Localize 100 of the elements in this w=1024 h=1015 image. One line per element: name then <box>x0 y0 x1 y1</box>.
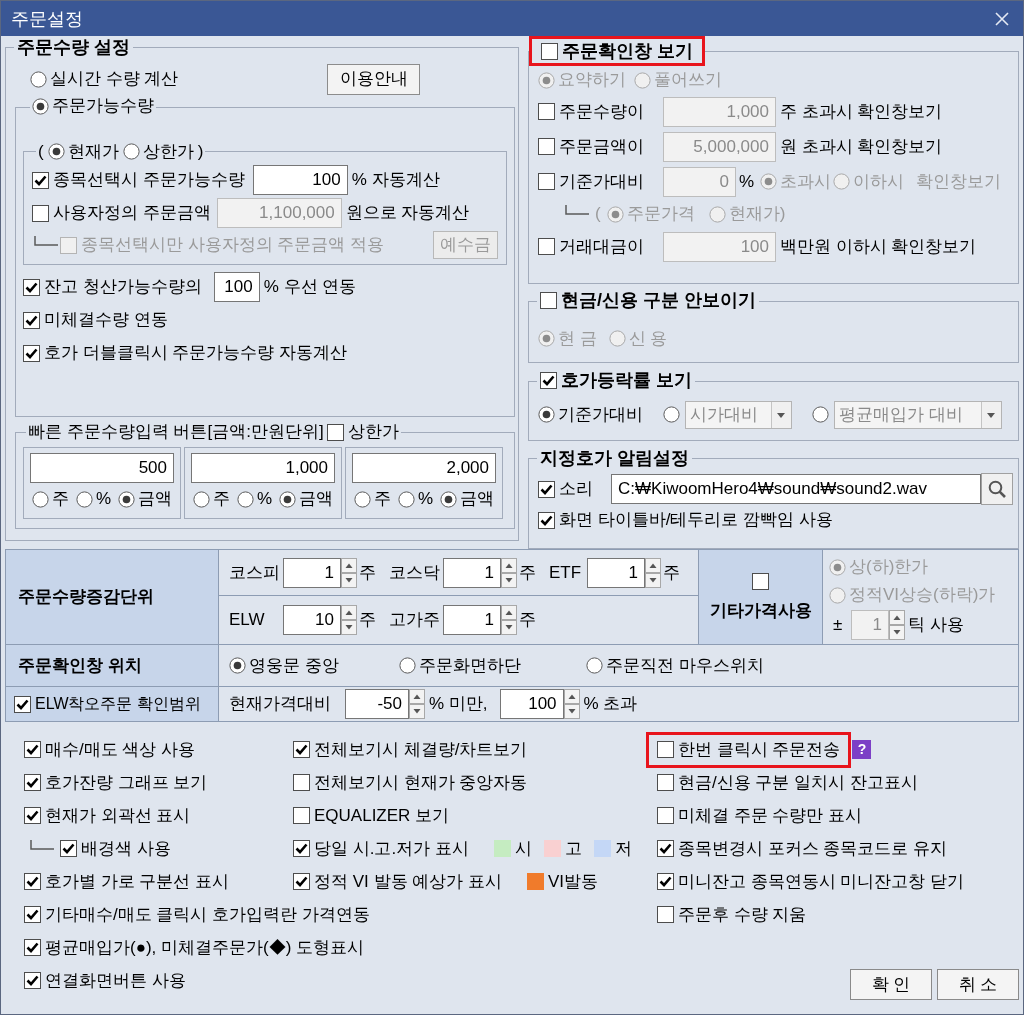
radio-button[interactable] <box>440 490 458 508</box>
radio-button[interactable] <box>236 490 254 508</box>
checkbox[interactable] <box>23 311 40 329</box>
number-field[interactable]: 100 <box>252 165 348 195</box>
checkbox[interactable] <box>24 939 41 956</box>
spin-up-icon[interactable] <box>409 689 425 704</box>
checkbox[interactable] <box>657 840 674 857</box>
checkbox[interactable] <box>538 138 555 155</box>
spin-up-icon[interactable] <box>501 557 517 573</box>
spin-down-icon[interactable] <box>341 620 357 635</box>
checkbox[interactable] <box>293 807 310 824</box>
radio-label: 주 <box>373 488 391 510</box>
checkbox[interactable] <box>538 511 555 529</box>
number-field[interactable]: 1 <box>283 557 341 588</box>
radio-label: 신 용 <box>628 327 668 350</box>
checkbox[interactable] <box>657 873 674 890</box>
checkbox[interactable] <box>657 774 674 791</box>
checkbox[interactable] <box>752 572 769 590</box>
radio-button[interactable] <box>353 490 371 508</box>
radio-button[interactable] <box>708 205 726 223</box>
checkbox[interactable] <box>293 873 310 890</box>
checkbox[interactable] <box>23 278 40 296</box>
checkbox[interactable] <box>326 423 344 441</box>
checkbox[interactable] <box>540 371 557 389</box>
number-field[interactable]: 2,000 <box>352 453 496 483</box>
radio-button[interactable] <box>606 205 624 223</box>
spin-up-icon[interactable] <box>889 610 905 625</box>
number-field[interactable]: 1 <box>443 605 501 635</box>
radio-button[interactable] <box>829 586 846 604</box>
spin-down-icon[interactable] <box>563 704 580 719</box>
checkbox[interactable] <box>538 238 555 255</box>
radio-button[interactable] <box>833 173 851 190</box>
checkbox[interactable] <box>14 695 31 713</box>
checkbox[interactable] <box>657 807 674 824</box>
radio-button[interactable] <box>192 490 210 508</box>
checkbox[interactable] <box>32 171 49 189</box>
radio-button[interactable] <box>586 657 603 674</box>
dialog-button[interactable]: 취 소 <box>937 969 1019 1000</box>
spin-down-icon[interactable] <box>501 572 517 588</box>
number-field[interactable]: 1 <box>443 557 501 588</box>
number-field[interactable]: -50 <box>345 689 409 719</box>
dialog-button[interactable]: 확 인 <box>850 969 932 1000</box>
radio-button[interactable] <box>829 558 846 576</box>
checkbox[interactable] <box>60 840 77 857</box>
checkbox[interactable] <box>293 840 310 857</box>
checkbox[interactable] <box>23 344 40 362</box>
checkbox[interactable] <box>293 774 310 791</box>
spin-up-icon[interactable] <box>563 689 580 704</box>
checkbox[interactable] <box>24 741 41 758</box>
spin-up-icon[interactable] <box>645 557 661 573</box>
checkbox[interactable] <box>538 103 555 120</box>
radio-button[interactable] <box>31 490 49 508</box>
spin-down-icon[interactable] <box>409 704 425 719</box>
radio-button[interactable] <box>75 490 93 508</box>
checkbox[interactable] <box>538 173 555 190</box>
close-icon[interactable] <box>995 11 1009 26</box>
radio-button[interactable] <box>122 143 140 160</box>
radio-button[interactable] <box>47 143 65 160</box>
number-field[interactable]: 1 <box>587 557 645 588</box>
radio-button[interactable] <box>634 71 651 89</box>
radio-button[interactable] <box>812 406 829 423</box>
checkbox[interactable] <box>60 236 77 254</box>
radio-button[interactable] <box>229 657 246 674</box>
checkbox[interactable] <box>657 741 674 758</box>
help-button[interactable]: ? <box>852 740 872 759</box>
spin-up-icon[interactable] <box>341 557 357 573</box>
checkbox[interactable] <box>293 741 310 758</box>
spin-down-icon[interactable] <box>889 625 905 640</box>
number-field[interactable]: 100 <box>499 689 564 719</box>
checkbox[interactable] <box>24 873 41 890</box>
radio-button[interactable] <box>30 70 47 88</box>
checkbox[interactable] <box>24 774 41 791</box>
checkbox[interactable] <box>24 807 41 824</box>
file-path-field[interactable]: C:₩KiwoomHero4₩sound₩sound2.wav <box>611 474 981 504</box>
number-field[interactable]: 100 <box>213 272 260 302</box>
spin-up-icon[interactable] <box>501 605 517 620</box>
checkbox[interactable] <box>24 972 41 989</box>
spin-down-icon[interactable] <box>501 620 517 635</box>
checkbox[interactable] <box>538 480 555 498</box>
guide-button[interactable]: 이용안내 <box>327 63 420 95</box>
number-field[interactable]: 10 <box>283 605 341 635</box>
checkbox[interactable] <box>32 204 49 222</box>
radio-button[interactable] <box>118 490 136 508</box>
checkbox[interactable] <box>541 42 558 60</box>
radio-button[interactable] <box>538 406 555 423</box>
spin-up-icon[interactable] <box>341 605 357 620</box>
number-field[interactable]: 500 <box>30 453 174 483</box>
spin-down-icon[interactable] <box>645 572 661 588</box>
search-button[interactable] <box>981 473 1013 505</box>
number-field[interactable]: 1,000 <box>191 453 335 483</box>
radio-button[interactable] <box>397 490 415 508</box>
radio-button[interactable] <box>760 173 778 190</box>
radio-button[interactable] <box>279 490 297 508</box>
radio-button[interactable] <box>32 97 49 115</box>
radio-button[interactable] <box>663 406 680 423</box>
radio-button[interactable] <box>538 71 555 89</box>
spin-down-icon[interactable] <box>341 572 357 588</box>
checkbox[interactable] <box>24 906 41 923</box>
checkbox[interactable] <box>657 906 674 923</box>
radio-button[interactable] <box>399 657 416 674</box>
